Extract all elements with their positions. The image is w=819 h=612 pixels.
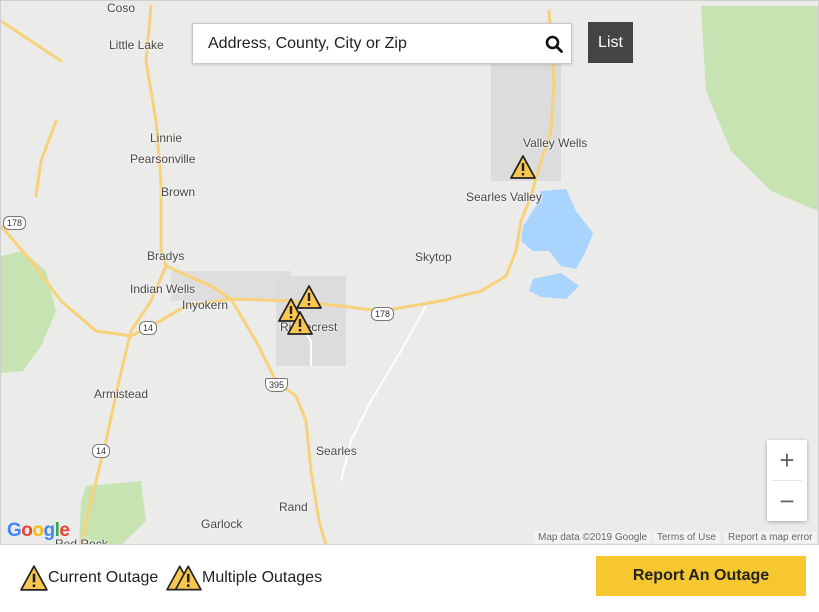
search-icon[interactable] xyxy=(545,35,563,53)
report-map-error-link[interactable]: Report a map error xyxy=(724,532,817,543)
route-shield-14: 14 xyxy=(139,321,158,335)
route-shield-178: 178 xyxy=(3,216,27,230)
place-label: Indian Wells xyxy=(130,282,196,296)
place-label: Brown xyxy=(161,185,196,199)
zoom-in-button[interactable]: + xyxy=(767,440,807,480)
map-base-layer xyxy=(1,4,818,545)
search-input[interactable] xyxy=(193,24,533,63)
google-logo[interactable]: Google xyxy=(7,520,70,542)
legend-multiple-outages: Multiple Outages xyxy=(166,565,322,591)
warning-icon xyxy=(20,565,48,591)
route-shield-14: 14 xyxy=(92,444,111,458)
list-button[interactable]: List xyxy=(588,22,633,63)
zoom-controls: + − xyxy=(767,440,807,521)
route-shield-395: 395 xyxy=(265,378,289,392)
place-label: Armistead xyxy=(94,387,149,401)
place-label: Little Lake xyxy=(109,38,164,52)
place-label: Pearsonville xyxy=(130,152,196,166)
green-area-w xyxy=(1,251,56,373)
place-label: Bradys xyxy=(147,249,185,263)
place-label: Inyokern xyxy=(182,298,229,312)
outage-marker-icon[interactable] xyxy=(510,155,536,179)
report-outage-button[interactable]: Report An Outage xyxy=(596,556,806,596)
green-area-ne xyxy=(701,6,818,211)
terms-of-use-link[interactable]: Terms of Use xyxy=(653,532,720,543)
place-label: Rand xyxy=(279,500,308,514)
multiple-warning-icon xyxy=(166,565,202,591)
place-label: Valley Wells xyxy=(523,136,588,150)
outage-marker-icon[interactable] xyxy=(287,311,313,335)
route-shield-178: 178 xyxy=(371,307,395,321)
place-label: Searles xyxy=(316,444,357,458)
search-box xyxy=(192,23,572,64)
legend-current-outage-label: Current Outage xyxy=(48,569,159,586)
zoom-out-button[interactable]: − xyxy=(767,481,807,521)
place-label: Garlock xyxy=(201,517,243,531)
legend-current-outage: Current Outage xyxy=(20,565,158,591)
map-data-attribution: Map data ©2019 Google xyxy=(534,532,652,543)
place-label: Searles Valley xyxy=(466,190,542,204)
legend-multiple-outages-label: Multiple Outages xyxy=(202,569,323,586)
place-label: Coso xyxy=(107,1,136,15)
outage-map[interactable]: Coso Little Lake Linnie Pearsonville Bro… xyxy=(0,0,819,545)
place-label: Skytop xyxy=(415,250,452,264)
searles-lake-south xyxy=(529,273,579,299)
place-label: Linnie xyxy=(150,131,183,145)
